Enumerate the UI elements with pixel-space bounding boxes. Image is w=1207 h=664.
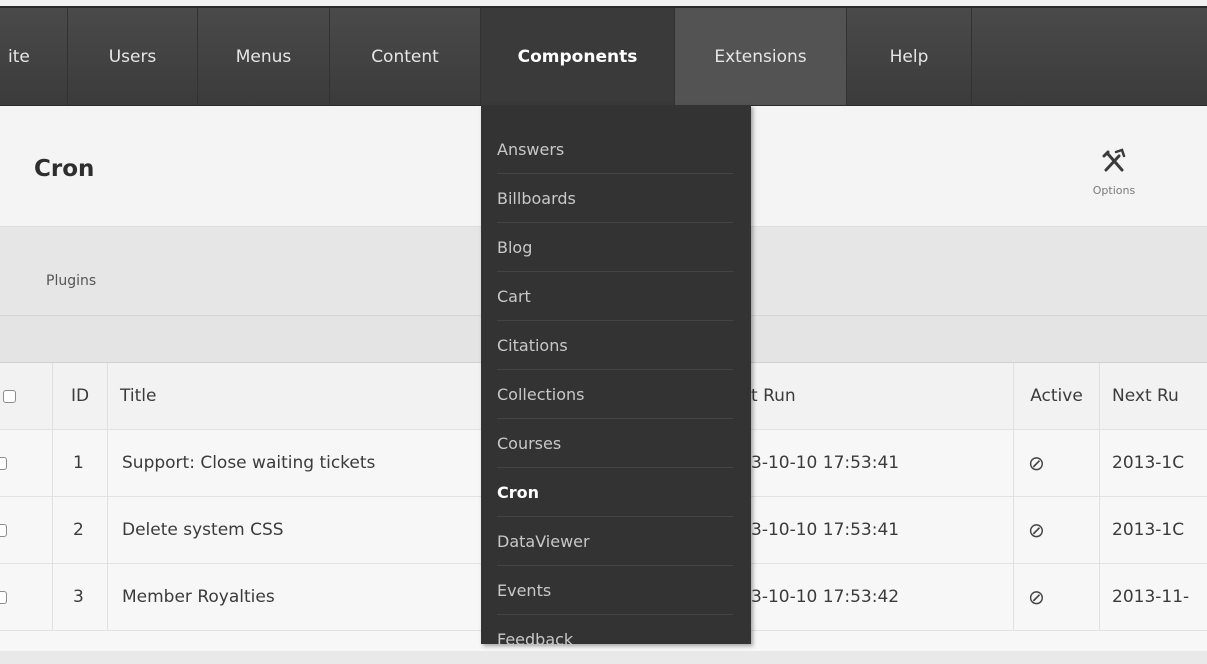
row-active-cell: ⊘ — [1013, 564, 1099, 630]
components-dropdown: Answers Billboards Blog Cart Citations C… — [481, 105, 751, 649]
row-checkbox[interactable] — [0, 456, 7, 470]
dropdown-item-blog[interactable]: Blog — [497, 223, 733, 272]
row-next-run: 2013-11- — [1099, 564, 1207, 630]
dropdown-item-billboards[interactable]: Billboards — [497, 174, 733, 223]
row-id: 2 — [52, 497, 107, 563]
row-checkbox-cell — [0, 430, 52, 496]
dropdown-item-collections[interactable]: Collections — [497, 370, 733, 419]
inactive-icon[interactable]: ⊘ — [1028, 518, 1045, 542]
column-header-id[interactable]: ID — [52, 363, 107, 429]
row-id: 1 — [52, 430, 107, 496]
submenu-link-plugins[interactable]: Plugins — [46, 273, 96, 289]
row-last-run: 3-10-10 17:53:42 — [751, 587, 900, 607]
column-header-last-run[interactable]: t Run — [747, 363, 1013, 429]
row-id: 3 — [52, 564, 107, 630]
inactive-icon[interactable]: ⊘ — [1028, 585, 1045, 609]
select-all-checkbox[interactable] — [2, 389, 16, 403]
page-title: Cron — [34, 156, 95, 182]
dropdown-item-citations[interactable]: Citations — [497, 321, 733, 370]
dropdown-item-answers[interactable]: Answers — [497, 125, 733, 174]
column-header-next-run[interactable]: Next Ru — [1099, 363, 1207, 429]
dropdown-item-feedback[interactable]: Feedback — [497, 615, 733, 664]
dropdown-item-cron[interactable]: Cron — [497, 468, 733, 517]
options-button[interactable]: Options — [1084, 146, 1144, 197]
row-checkbox-cell — [0, 564, 52, 630]
nav-item-menus[interactable]: Menus — [198, 8, 330, 105]
row-checkbox-cell — [0, 497, 52, 563]
row-active-cell: ⊘ — [1013, 430, 1099, 496]
dropdown-item-cart[interactable]: Cart — [497, 272, 733, 321]
nav-item-components[interactable]: Components — [481, 8, 675, 105]
top-border — [0, 0, 1207, 8]
tools-icon — [1084, 146, 1144, 176]
inactive-icon[interactable]: ⊘ — [1028, 451, 1045, 475]
nav-item-site[interactable]: ite — [0, 8, 68, 105]
row-checkbox[interactable] — [0, 523, 7, 537]
row-next-run: 2013-1C — [1099, 497, 1207, 563]
nav-item-help[interactable]: Help — [847, 8, 972, 105]
nav-item-users[interactable]: Users — [68, 8, 198, 105]
options-label: Options — [1092, 184, 1136, 197]
dropdown-item-dataviewer[interactable]: DataViewer — [497, 517, 733, 566]
main-nav: ite Users Menus Content Components Exten… — [0, 8, 1207, 106]
column-header-active[interactable]: Active — [1013, 363, 1099, 429]
row-checkbox[interactable] — [0, 590, 7, 604]
dropdown-item-courses[interactable]: Courses — [497, 419, 733, 468]
dropdown-item-events[interactable]: Events — [497, 566, 733, 615]
nav-item-content[interactable]: Content — [330, 8, 481, 105]
row-last-run: 3-10-10 17:53:41 — [751, 520, 900, 540]
row-next-run: 2013-1C — [1099, 430, 1207, 496]
header-checkbox-cell — [0, 363, 52, 429]
row-last-run: 3-10-10 17:53:41 — [751, 453, 900, 473]
nav-item-extensions[interactable]: Extensions — [675, 8, 847, 105]
row-active-cell: ⊘ — [1013, 497, 1099, 563]
